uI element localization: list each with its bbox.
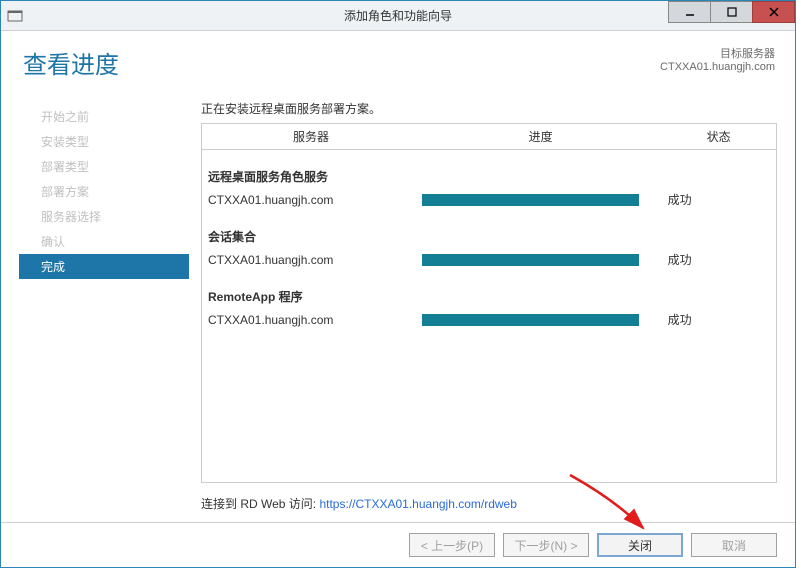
- group-title: 远程桌面服务角色服务: [208, 168, 770, 185]
- progress-row: CTXXA01.huangjh.com 成功: [202, 249, 776, 270]
- cancel-button: 取消: [691, 533, 777, 557]
- wizard-body: 查看进度 目标服务器 CTXXA01.huangjh.com 开始之前 安装类型…: [1, 31, 795, 567]
- target-value: CTXXA01.huangjh.com: [660, 61, 775, 73]
- sidebar-item-install-type: 安装类型: [19, 129, 189, 154]
- progress-row: CTXXA01.huangjh.com 成功: [202, 189, 776, 210]
- rd-web-link[interactable]: https://CTXXA01.huangjh.com/rdweb: [319, 497, 516, 511]
- prev-button: < 上一步(P): [409, 533, 495, 557]
- sidebar-item-before-start: 开始之前: [19, 104, 189, 129]
- sidebar-item-deploy-type: 部署类型: [19, 154, 189, 179]
- wizard-header: 查看进度 目标服务器 CTXXA01.huangjh.com: [1, 31, 795, 80]
- group-title: RemoteApp 程序: [208, 288, 770, 305]
- wizard-footer: < 上一步(P) 下一步(N) > 关闭 取消: [1, 522, 795, 567]
- progress-row: CTXXA01.huangjh.com 成功: [202, 309, 776, 330]
- header-server: 服务器: [202, 124, 420, 149]
- titlebar: 添加角色和功能向导: [1, 1, 795, 31]
- close-window-button[interactable]: [752, 1, 795, 23]
- page-title: 查看进度: [23, 45, 119, 80]
- server-name: CTXXA01.huangjh.com: [208, 313, 422, 327]
- progress-bar-cell: [422, 194, 658, 206]
- progress-header-row: 服务器 进度 状态: [202, 124, 776, 150]
- status-text: 成功: [658, 251, 770, 268]
- progress-bar: [422, 194, 639, 206]
- progress-bar: [422, 254, 639, 266]
- wizard-main: 正在安装远程桌面服务部署方案。 服务器 进度 状态 远程桌面服务角色服务 CTX…: [201, 100, 777, 518]
- sidebar-item-deploy-scenario: 部署方案: [19, 179, 189, 204]
- status-text: 成功: [658, 191, 770, 208]
- progress-bar-cell: [422, 314, 658, 326]
- server-name: CTXXA01.huangjh.com: [208, 253, 422, 267]
- group-title: 会话集合: [208, 228, 770, 245]
- app-icon: [7, 8, 23, 24]
- minimize-button[interactable]: [668, 1, 711, 23]
- window-controls: [669, 1, 795, 30]
- status-text: 成功: [658, 311, 770, 328]
- progress-bar: [422, 314, 639, 326]
- close-button[interactable]: 关闭: [597, 533, 683, 557]
- next-button: 下一步(N) >: [503, 533, 589, 557]
- progress-panel: 服务器 进度 状态 远程桌面服务角色服务 CTXXA01.huangjh.com…: [201, 123, 777, 483]
- description-text: 正在安装远程桌面服务部署方案。: [201, 100, 777, 117]
- maximize-button[interactable]: [710, 1, 753, 23]
- sidebar-item-confirm: 确认: [19, 229, 189, 254]
- server-name: CTXXA01.huangjh.com: [208, 193, 422, 207]
- rd-web-link-row: 连接到 RD Web 访问: https://CTXXA01.huangjh.c…: [201, 491, 777, 518]
- target-server-info: 目标服务器 CTXXA01.huangjh.com: [660, 45, 775, 73]
- window-title: 添加角色和功能向导: [344, 7, 452, 24]
- target-label: 目标服务器: [660, 45, 775, 61]
- progress-bar-cell: [422, 254, 658, 266]
- header-status: 状态: [661, 124, 776, 149]
- header-progress: 进度: [420, 124, 661, 149]
- link-prefix: 连接到 RD Web 访问:: [201, 497, 319, 511]
- sidebar-item-server-select: 服务器选择: [19, 204, 189, 229]
- wizard-sidebar: 开始之前 安装类型 部署类型 部署方案 服务器选择 确认 完成: [19, 100, 189, 518]
- sidebar-item-finish: 完成: [19, 254, 189, 279]
